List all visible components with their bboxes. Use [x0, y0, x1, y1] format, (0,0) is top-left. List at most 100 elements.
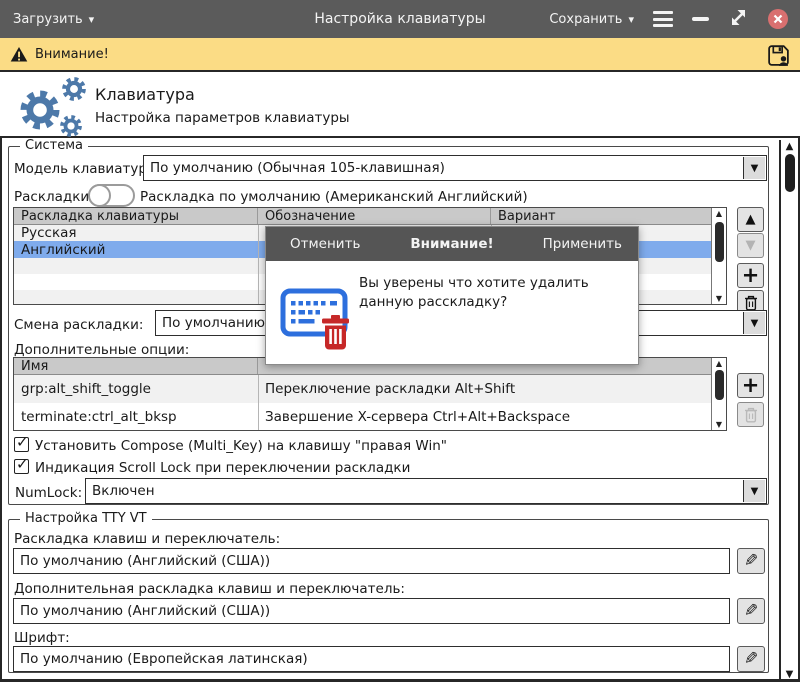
layouts-default-text: Раскладка по умолчанию (Американский Анг… [140, 189, 528, 205]
tty-font-value: По умолчанию (Европейская латинская) [20, 651, 308, 667]
resize-arrows-icon [728, 7, 749, 28]
column-divider [258, 375, 259, 430]
options-table: Имя grp:alt_shift_toggle Переключение ра… [13, 357, 727, 431]
page-title: Клавиатура [95, 85, 195, 104]
main-scrollbar[interactable]: ▲ ▼ [779, 140, 798, 682]
add-icon: + [742, 373, 760, 397]
chevron-down-icon: ▾ [89, 13, 95, 26]
warning-label: Внимание! [35, 47, 109, 62]
scrollbar-thumb[interactable] [715, 222, 724, 262]
option-add-button[interactable]: + [737, 373, 764, 398]
option-desc-cell: Завершение X-сервера Ctrl+Alt+Backspace [258, 409, 711, 425]
keyboard-model-value: По умолчанию (Обычная 105-клавишная) [150, 160, 445, 176]
title-bar: Загрузить ▾ Настройка клавиатуры Сохрани… [0, 0, 800, 38]
numlock-combobox[interactable]: Включен ▼ [85, 478, 767, 504]
maximize-button[interactable] [728, 7, 749, 32]
column-header[interactable]: Обозначение [258, 208, 491, 224]
dialog-apply-button[interactable]: Применить [543, 236, 622, 252]
column-divider [258, 225, 259, 304]
keyboard-model-label: Модель клавиатуры: [14, 161, 162, 177]
warning-triangle-icon [10, 46, 28, 63]
check-icon: ✓ [16, 433, 29, 451]
layouts-toggle[interactable] [88, 184, 135, 207]
load-menu-label: Загрузить [13, 12, 83, 27]
add-icon: + [742, 263, 760, 287]
keyboard-delete-icon [280, 283, 358, 357]
tty-extra-layout-field[interactable]: По умолчанию (Английский (США)) [13, 598, 730, 624]
scrollbar-thumb[interactable] [785, 154, 795, 192]
save-settings-button[interactable] [766, 43, 791, 72]
module-header: Клавиатура Настройка параметров клавиату… [0, 74, 800, 138]
trash-icon [744, 407, 758, 423]
layouts-label: Раскладки: [14, 189, 94, 205]
layout-move-down-button[interactable]: ▼ [737, 233, 764, 258]
extra-options-label: Дополнительные опции: [14, 342, 189, 358]
move-up-icon: ▲ [746, 212, 756, 227]
dialog-header: Внимание! Отменить Применить [266, 227, 638, 261]
tty-font-label: Шрифт: [14, 630, 70, 646]
column-header[interactable]: Вариант [491, 208, 726, 224]
layout-name-cell: Русская [14, 225, 258, 241]
scroll-up-icon[interactable]: ▲ [781, 141, 798, 152]
compose-checkbox-label[interactable]: Установить Compose (Multi_Key) на клавиш… [35, 438, 447, 454]
scrolllock-checkbox[interactable]: ✓ [14, 459, 29, 474]
scroll-up-icon[interactable]: ▲ [712, 359, 726, 368]
combo-arrow-icon[interactable]: ▼ [743, 480, 765, 502]
save-menu-label: Сохранить [549, 12, 622, 27]
scroll-down-icon[interactable]: ▼ [712, 420, 726, 429]
option-row[interactable]: terminate:ctrl_alt_bksp Завершение X-сер… [14, 403, 711, 430]
combo-arrow-icon[interactable]: ▼ [743, 157, 765, 179]
scrollbar-thumb[interactable] [715, 370, 724, 400]
tty-legend: Настройка TTY VT [20, 511, 152, 526]
gears-icon [8, 76, 94, 138]
combo-arrow-icon[interactable]: ▼ [743, 312, 765, 334]
close-button[interactable] [768, 9, 788, 29]
keyboard-model-combobox[interactable]: По умолчанию (Обычная 105-клавишная) ▼ [143, 155, 767, 181]
option-name-cell: grp:alt_shift_toggle [14, 381, 258, 397]
warning-bar: Внимание! [0, 38, 800, 72]
hamburger-menu-icon[interactable] [653, 11, 673, 27]
floppy-disk-icon [766, 43, 791, 68]
load-menu-button[interactable]: Загрузить ▾ [13, 12, 94, 27]
system-legend: Система [20, 138, 88, 153]
minimize-icon [692, 17, 709, 21]
tty-font-edit-button[interactable]: ✎ [737, 646, 765, 672]
numlock-label: NumLock: [15, 485, 82, 501]
option-row[interactable]: grp:alt_shift_toggle Переключение раскла… [14, 375, 711, 403]
page-subtitle: Настройка параметров клавиатуры [95, 110, 350, 126]
layout-table-scrollbar[interactable]: ▲ ▼ [711, 208, 726, 304]
tty-layout-field[interactable]: По умолчанию (Английский (США)) [13, 548, 730, 574]
pencil-icon: ✎ [744, 649, 758, 669]
keyboard-settings-window: Загрузить ▾ Настройка клавиатуры Сохрани… [0, 0, 800, 682]
trash-icon [744, 295, 758, 311]
chevron-down-icon: ▾ [628, 13, 634, 26]
option-delete-button[interactable] [737, 402, 764, 427]
option-name-cell: terminate:ctrl_alt_bksp [14, 409, 258, 425]
options-table-scrollbar[interactable]: ▲ ▼ [711, 358, 726, 430]
tty-extra-layout-value: По умолчанию (Английский (США)) [20, 603, 270, 619]
tty-layout-edit-button[interactable]: ✎ [737, 548, 765, 574]
tty-extra-layout-label: Дополнительная раскладка клавиш и перекл… [14, 581, 405, 597]
scroll-down-icon[interactable]: ▼ [712, 294, 726, 303]
scrolllock-checkbox-label[interactable]: Индикация Scroll Lock при переключении р… [35, 460, 410, 476]
minimize-button[interactable] [692, 17, 709, 21]
compose-checkbox[interactable]: ✓ [14, 437, 29, 452]
tty-extra-layout-edit-button[interactable]: ✎ [737, 598, 765, 624]
scroll-up-icon[interactable]: ▲ [712, 209, 726, 218]
layout-switch-label: Смена раскладки: [14, 317, 143, 333]
save-menu-button[interactable]: Сохранить ▾ [549, 12, 634, 27]
toggle-knob [88, 184, 111, 207]
column-header[interactable]: Раскладка клавиатуры [14, 208, 258, 224]
dialog-message: Вы уверены что хотите удалить данную рас… [359, 274, 641, 312]
close-icon [773, 14, 783, 24]
tty-font-field[interactable]: По умолчанию (Европейская латинская) [13, 646, 730, 672]
tty-layout-label: Раскладка клавиш и переключатель: [14, 531, 280, 547]
layout-move-up-button[interactable]: ▲ [737, 207, 764, 232]
column-header[interactable]: Имя [14, 358, 258, 374]
tty-layout-value: По умолчанию (Английский (США)) [20, 553, 270, 569]
window-border-left [0, 138, 2, 682]
layout-add-button[interactable]: + [737, 263, 764, 288]
check-icon: ✓ [16, 455, 29, 473]
dialog-cancel-button[interactable]: Отменить [290, 236, 360, 252]
pencil-icon: ✎ [744, 551, 758, 571]
